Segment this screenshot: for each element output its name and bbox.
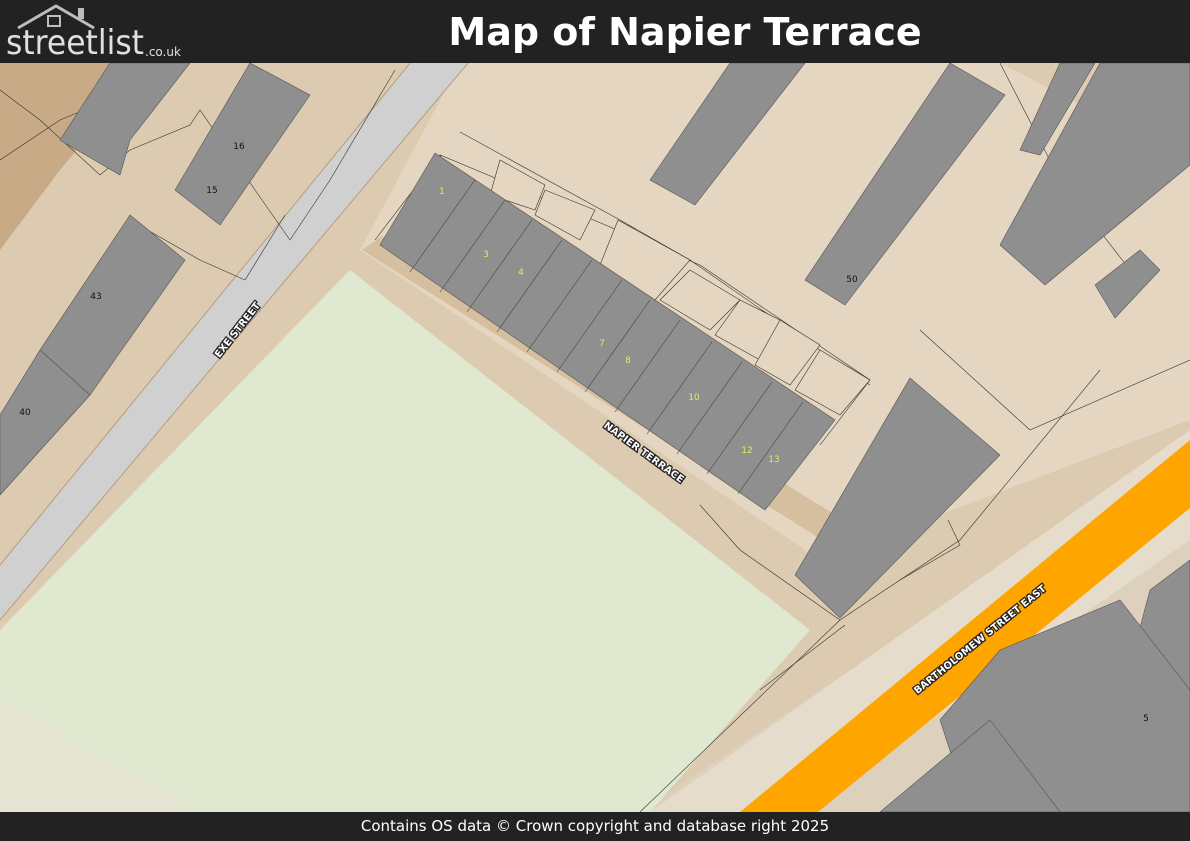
house-number: 40	[19, 408, 31, 418]
house-number: 8	[625, 356, 631, 366]
attribution-footer: Contains OS data © Crown copyright and d…	[0, 812, 1190, 841]
house-number: 5	[1143, 714, 1149, 724]
house-number: 7	[599, 339, 605, 349]
house-number: 43	[90, 292, 101, 302]
streetlist-logo[interactable]: streetlist .co.uk	[4, 2, 184, 60]
house-number: 50	[846, 275, 858, 285]
house-number: 15	[206, 186, 217, 196]
house-number: 10	[688, 393, 700, 403]
house-number: 13	[768, 455, 779, 465]
header-bar: streetlist .co.uk Map of Napier Terrace	[0, 0, 1190, 63]
page-title: Map of Napier Terrace	[448, 10, 922, 54]
house-number: 3	[483, 250, 489, 260]
logo-wordmark: streetlist	[6, 23, 144, 60]
map-canvas: EXE STREET NAPIER TERRACE BARTHOLOMEW ST…	[0, 63, 1190, 812]
logo-domain: .co.uk	[145, 45, 181, 59]
house-number: 16	[233, 142, 245, 152]
house-number: 4	[518, 268, 524, 278]
house-number: 12	[741, 446, 752, 456]
house-number: 1	[439, 187, 445, 197]
chimney-icon	[78, 8, 84, 19]
map-view[interactable]: EXE STREET NAPIER TERRACE BARTHOLOMEW ST…	[0, 63, 1190, 812]
